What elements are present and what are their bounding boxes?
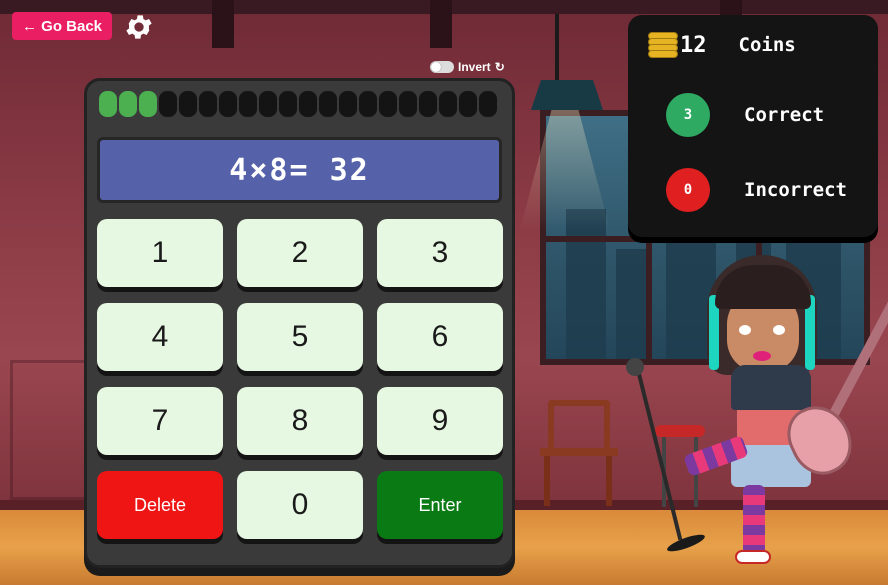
refresh-icon[interactable]: ↻: [495, 60, 505, 74]
ceiling-beam: [430, 0, 452, 48]
key-2[interactable]: 2: [237, 219, 363, 287]
key-6[interactable]: 6: [377, 303, 503, 371]
key-7[interactable]: 7: [97, 387, 223, 455]
go-back-label: ← Go Back: [22, 17, 103, 35]
progress-segment: [279, 91, 297, 117]
game-panel: 4×8= 32 1 2 3 4 5 6 7 8 9 Delete 0 Enter: [84, 78, 515, 568]
correct-badge: 3: [666, 93, 710, 137]
city-building: [616, 249, 646, 359]
progress-segment: [399, 91, 417, 117]
key-3[interactable]: 3: [377, 219, 503, 287]
key-4[interactable]: 4: [97, 303, 223, 371]
character-leg: [743, 485, 765, 555]
key-8[interactable]: 8: [237, 387, 363, 455]
progress-segment: [219, 91, 237, 117]
progress-segment: [179, 91, 197, 117]
chair-leg: [544, 456, 550, 506]
character-lips: [753, 351, 771, 361]
delete-button[interactable]: Delete: [97, 471, 223, 539]
progress-bar: [99, 91, 497, 117]
progress-segment: [299, 91, 317, 117]
character-eye: [739, 325, 751, 335]
rocker-character: [683, 255, 888, 565]
incorrect-badge: 0: [666, 168, 710, 212]
correct-label: Correct: [744, 104, 825, 126]
character-shirt: [731, 365, 811, 410]
city-building: [566, 209, 606, 359]
key-9[interactable]: 9: [377, 387, 503, 455]
lamp-cord: [555, 14, 559, 84]
progress-segment: [459, 91, 477, 117]
progress-segment: [479, 91, 497, 117]
pendant-lamp: [531, 80, 603, 110]
progress-segment: [199, 91, 217, 117]
gear-icon[interactable]: [123, 11, 155, 43]
progress-segment: [159, 91, 177, 117]
progress-segment: [259, 91, 277, 117]
scoreboard: 12 Coins 3 Correct 0 Incorrect: [628, 15, 878, 237]
chair: [548, 400, 610, 450]
key-5[interactable]: 5: [237, 303, 363, 371]
progress-segment: [119, 91, 137, 117]
progress-segment: [439, 91, 457, 117]
progress-segment: [239, 91, 257, 117]
character-eye: [773, 325, 785, 335]
incorrect-row: 0 Incorrect: [666, 168, 847, 212]
progress-segment: [359, 91, 377, 117]
correct-row: 3 Correct: [666, 93, 824, 137]
progress-segment: [379, 91, 397, 117]
progress-segment: [419, 91, 437, 117]
chair-seat: [540, 448, 618, 456]
progress-segment: [99, 91, 117, 117]
key-1[interactable]: 1: [97, 219, 223, 287]
progress-segment: [339, 91, 357, 117]
problem-text: 4×8= 32: [229, 152, 370, 188]
microphone-icon: [626, 358, 644, 376]
coins-icon: [648, 32, 678, 58]
coins-row: 12 Coins: [648, 32, 796, 58]
invert-toggle[interactable]: [430, 61, 454, 73]
ceiling-beam: [212, 0, 234, 48]
progress-segment: [139, 91, 157, 117]
incorrect-label: Incorrect: [744, 179, 847, 201]
keypad: 1 2 3 4 5 6 7 8 9 Delete 0 Enter: [97, 219, 503, 539]
go-back-button[interactable]: ← Go Back: [12, 12, 113, 40]
invert-control[interactable]: Invert ↻: [430, 60, 505, 74]
chair-leg: [606, 456, 612, 506]
coins-label: Coins: [738, 34, 796, 56]
coins-count: 12: [680, 32, 707, 58]
progress-segment: [319, 91, 337, 117]
character-shoe: [735, 550, 771, 564]
invert-label: Invert: [458, 60, 491, 74]
key-0[interactable]: 0: [237, 471, 363, 539]
problem-display: 4×8= 32: [97, 137, 502, 203]
enter-button[interactable]: Enter: [377, 471, 503, 539]
